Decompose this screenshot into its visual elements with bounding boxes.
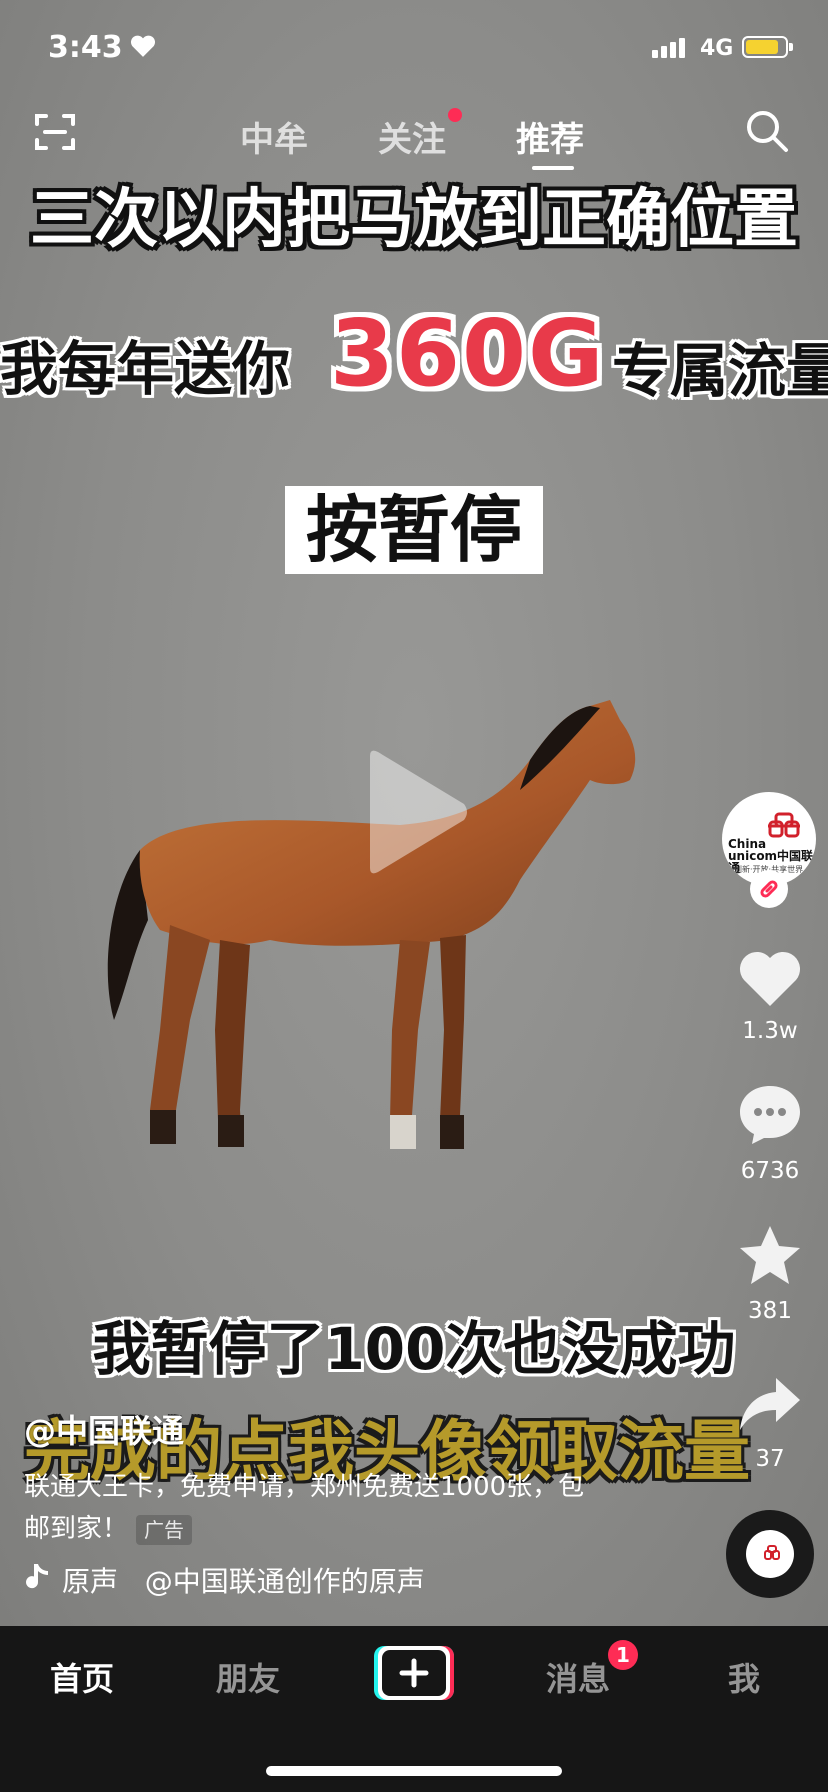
favorite-count: 381: [748, 1298, 792, 1324]
share-count: 37: [755, 1446, 785, 1472]
link-icon: [760, 880, 778, 898]
plus-icon[interactable]: [374, 1646, 454, 1700]
message-badge: 1: [608, 1640, 638, 1670]
scan-icon[interactable]: [34, 112, 76, 152]
heart-icon: [130, 35, 156, 57]
tab-messages[interactable]: 消息: [546, 1654, 610, 1700]
offer-prefix: 我每年送你: [0, 335, 291, 403]
star-icon[interactable]: [736, 1222, 804, 1290]
home-indicator: [266, 1766, 562, 1776]
unicom-logo-small-icon: [764, 1545, 780, 1560]
tab-recommended[interactable]: 推荐: [516, 112, 584, 161]
status-time: 3:43: [48, 30, 123, 65]
tab-zhongmou[interactable]: 中牟: [240, 112, 308, 161]
like-count: 1.3w: [742, 1018, 798, 1044]
comment-count: 6736: [740, 1158, 800, 1184]
offer-amount: 360G: [330, 300, 606, 407]
pause-label-box: 按暂停: [285, 486, 543, 574]
comment-icon[interactable]: [736, 1080, 804, 1148]
music-source: @中国联通创作的原声: [144, 1565, 425, 1598]
tab-home[interactable]: 首页: [50, 1654, 114, 1700]
account-name[interactable]: @中国联通: [24, 1406, 184, 1452]
link-badge[interactable]: [750, 870, 788, 908]
music-label: 原声: [62, 1565, 119, 1598]
battery-icon: [742, 36, 793, 58]
tab-following[interactable]: 关注: [378, 112, 446, 161]
ad-badge: 广告: [136, 1515, 193, 1545]
like-icon[interactable]: [736, 944, 804, 1012]
offer-line: 我每年送你 360G 专属流量: [0, 300, 828, 410]
bottom-tab-bar: 首页 朋友 消息 1 我: [0, 1626, 828, 1792]
music-info[interactable]: 原声 @中国联通创作的原声: [62, 1560, 442, 1600]
search-icon[interactable]: [744, 108, 790, 154]
network-type: 4G: [700, 36, 734, 61]
post-description: 联通大王卡，免费申请，郑州免费送1000张，包邮到家！ 广告: [24, 1466, 604, 1550]
caption-paused: 我暂停了100次也没成功: [92, 1315, 736, 1383]
tab-friends[interactable]: 朋友: [216, 1654, 280, 1700]
offer-suffix: 专属流量: [612, 337, 828, 405]
music-disc[interactable]: [726, 1510, 814, 1598]
tab-me[interactable]: 我: [728, 1654, 760, 1700]
status-bar: 3:43 4G: [0, 0, 828, 100]
post-description-text: 联通大王卡，免费申请，郑州免费送1000张，包邮到家！: [24, 1472, 585, 1544]
play-icon[interactable]: [360, 748, 470, 876]
video-title-overlay: 三次以内把马放到正确位置: [30, 183, 798, 257]
notification-dot: [448, 108, 462, 122]
share-icon[interactable]: [736, 1370, 804, 1438]
music-note-icon: [26, 1564, 48, 1589]
